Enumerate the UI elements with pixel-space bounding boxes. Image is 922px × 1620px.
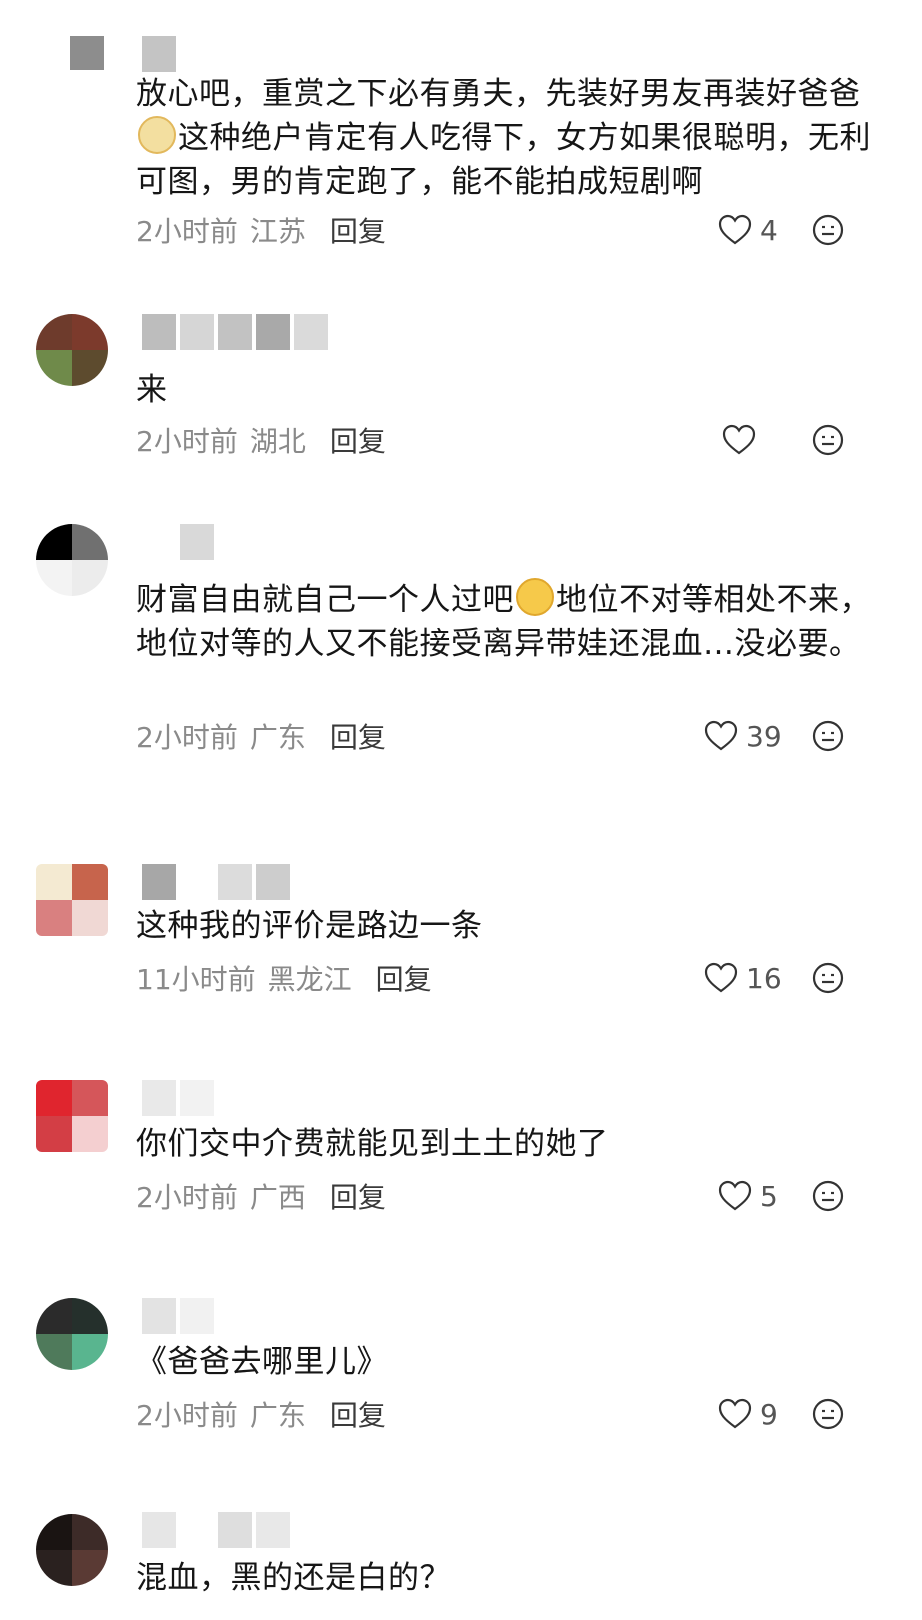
like-count: 9 [760, 1397, 778, 1431]
reply-button[interactable]: 回复 [330, 210, 386, 250]
heart-outline-icon [718, 1398, 752, 1429]
comment-location: 黑龙江 [267, 963, 352, 996]
like-button[interactable]: 9 [718, 1394, 778, 1434]
pear-face-emoji-icon [138, 116, 176, 154]
heart-outline-icon [718, 214, 752, 245]
avatar[interactable] [36, 314, 108, 386]
comment-meta: 2小时前 湖北 回复 [136, 420, 386, 460]
comment-meta: 2小时前 江苏 回复 [136, 210, 386, 250]
comment-location: 广东 [249, 721, 306, 754]
heart-outline-icon [704, 720, 738, 751]
reply-button[interactable]: 回复 [330, 1394, 386, 1434]
comment-text: 混血，黑的还是白的？ [136, 1560, 451, 1596]
neutral-face-icon[interactable] [812, 720, 844, 752]
like-button[interactable]: 39 [704, 716, 782, 756]
neutral-face-icon[interactable] [812, 214, 844, 246]
avatar[interactable] [36, 1514, 108, 1586]
neutral-face-icon[interactable] [812, 1180, 844, 1212]
like-count: 39 [746, 719, 782, 753]
username-blurred[interactable] [142, 1298, 214, 1334]
like-count: 5 [760, 1179, 778, 1213]
laughing-tears-emoji-icon [516, 578, 554, 616]
like-button[interactable]: 16 [704, 958, 782, 998]
username-blurred[interactable] [142, 36, 176, 72]
comment-time: 2小时前 [136, 721, 238, 754]
avatar[interactable] [36, 1298, 108, 1370]
comment-meta: 2小时前 广东 回复 [136, 716, 386, 756]
reply-button[interactable]: 回复 [330, 420, 386, 460]
username-blurred[interactable] [142, 864, 290, 900]
comment-text: 你们交中介费就能见到土土的她了 [136, 1126, 609, 1162]
comment-time: 2小时前 [136, 425, 238, 458]
like-button[interactable]: 4 [718, 210, 778, 250]
comment-text: 财富自由就自己一个人过吧 地位不对等相处不来，地位对等的人又不能接受离异带娃还混血… [136, 578, 876, 666]
comment-time: 2小时前 [136, 1181, 238, 1214]
comment-location: 广东 [249, 1399, 306, 1432]
heart-outline-icon [718, 1180, 752, 1211]
comment-time: 2小时前 [136, 1399, 238, 1432]
comment-time: 2小时前 [136, 215, 238, 248]
comment-location: 广西 [249, 1181, 306, 1214]
like-count: 16 [746, 961, 782, 995]
like-count: 4 [760, 213, 778, 247]
neutral-face-icon[interactable] [812, 962, 844, 994]
comment-text: 放心吧，重赏之下必有勇夫，先装好男友再装好爸爸这种绝户肯定有人吃得下，女方如果很… [136, 76, 871, 200]
comment-text: 这种我的评价是路边一条 [136, 908, 483, 944]
comment-location: 湖北 [249, 425, 306, 458]
username-blurred[interactable] [142, 314, 328, 350]
avatar[interactable] [36, 1080, 108, 1152]
username-blurred[interactable] [142, 1080, 214, 1116]
username-blurred[interactable] [142, 524, 214, 560]
avatar[interactable] [36, 864, 108, 936]
like-button[interactable] [722, 420, 764, 460]
heart-outline-icon [722, 424, 756, 455]
comment-time: 11小时前 [136, 963, 256, 996]
like-button[interactable]: 5 [718, 1176, 778, 1216]
neutral-face-icon[interactable] [812, 424, 844, 456]
reply-button[interactable]: 回复 [376, 958, 432, 998]
comment-location: 江苏 [249, 215, 306, 248]
heart-outline-icon [704, 962, 738, 993]
reply-button[interactable]: 回复 [330, 716, 386, 756]
comment-meta: 2小时前 广东 回复 [136, 1394, 386, 1434]
reply-button[interactable]: 回复 [330, 1176, 386, 1216]
username-blurred[interactable] [142, 1512, 290, 1548]
comment-text: 《爸爸去哪里儿》 [136, 1344, 388, 1380]
comment-meta: 11小时前 黑龙江 回复 [136, 958, 432, 998]
comment-meta: 2小时前 广西 回复 [136, 1176, 386, 1216]
comment-text: 来 [136, 372, 168, 408]
neutral-face-icon[interactable] [812, 1398, 844, 1430]
avatar[interactable] [36, 524, 108, 596]
avatar[interactable] [70, 36, 104, 70]
